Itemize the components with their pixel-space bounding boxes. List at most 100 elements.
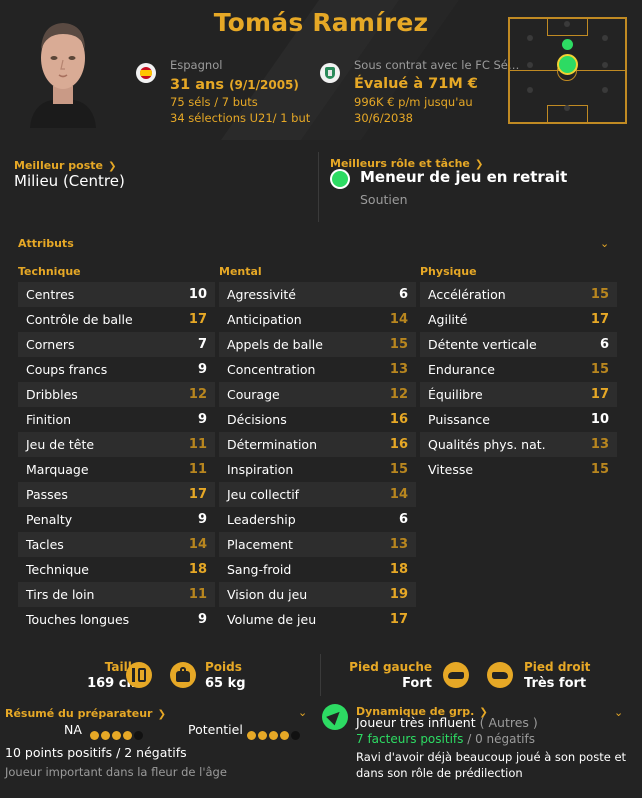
- left-boot-icon: [443, 662, 469, 688]
- height-icon: [126, 662, 152, 688]
- attribute-name: Équilibre: [428, 387, 483, 402]
- contract-club[interactable]: Sous contrat avec le FC Sé…: [354, 58, 519, 72]
- attribute-row[interactable]: Volume de jeu 17: [219, 607, 416, 632]
- attribute-value: 15: [590, 287, 609, 302]
- attribute-name: Tirs de loin: [26, 587, 95, 602]
- attribute-row[interactable]: Détermination 16: [219, 432, 416, 457]
- divider: [318, 152, 319, 222]
- attribute-row[interactable]: Contrôle de balle 17: [18, 307, 215, 332]
- attribute-row[interactable]: Agressivité 6: [219, 282, 416, 307]
- attribute-row[interactable]: Centres 10: [18, 282, 215, 307]
- attribute-value: 18: [389, 562, 408, 577]
- attribute-row[interactable]: Concentration 13: [219, 357, 416, 382]
- attribute-name: Sang-froid: [227, 562, 292, 577]
- attribute-row[interactable]: Courage 12: [219, 382, 416, 407]
- attribute-row[interactable]: Tacles 14: [18, 532, 215, 557]
- attribute-row[interactable]: Agilité 17: [420, 307, 617, 332]
- club-crest-icon[interactable]: [320, 63, 340, 83]
- attribute-name: Penalty: [26, 512, 73, 527]
- caps: 75 séls / 7 buts: [170, 95, 258, 109]
- attribute-value: 17: [590, 312, 609, 327]
- attribute-name: Vitesse: [428, 462, 474, 477]
- attribute-value: 17: [188, 487, 207, 502]
- dynamics-icon: [322, 704, 348, 730]
- attribute-name: Concentration: [227, 362, 316, 377]
- attribute-name: Détermination: [227, 437, 318, 452]
- attribute-value: 10: [188, 287, 207, 302]
- attribute-value: 9: [197, 362, 207, 377]
- potential-stars: [247, 725, 302, 744]
- attribute-row[interactable]: Qualités phys. nat. 13: [420, 432, 617, 457]
- attribute-row[interactable]: Jeu de tête 11: [18, 432, 215, 457]
- attribute-row[interactable]: Finition 9: [18, 407, 215, 432]
- attributes-header[interactable]: Attributs ⌄: [8, 228, 634, 260]
- attribute-row[interactable]: Jeu collectif 14: [219, 482, 416, 507]
- attribute-row[interactable]: Technique 18: [18, 557, 215, 582]
- attribute-value: 9: [197, 512, 207, 527]
- potential-label: Potentiel: [188, 722, 243, 737]
- star-filled-icon: [101, 731, 110, 740]
- coach-report-link[interactable]: Résumé du préparateur ❯: [5, 702, 166, 721]
- attribute-value: 17: [590, 387, 609, 402]
- attribute-row[interactable]: Appels de balle 15: [219, 332, 416, 357]
- attribute-name: Tacles: [26, 537, 64, 552]
- attribute-name: Appels de balle: [227, 337, 323, 352]
- attribute-row[interactable]: Coups francs 9: [18, 357, 215, 382]
- star-empty-icon: [291, 731, 300, 740]
- star-filled-icon: [280, 731, 289, 740]
- attribute-row[interactable]: Détente verticale 6: [420, 332, 617, 357]
- attribute-value: 19: [389, 587, 408, 602]
- attribute-name: Jeu collectif: [227, 487, 300, 502]
- attribute-row[interactable]: Vitesse 15: [420, 457, 617, 482]
- attribute-name: Inspiration: [227, 462, 294, 477]
- chevron-down-icon[interactable]: ⌄: [298, 706, 307, 719]
- attribute-row[interactable]: Accélération 15: [420, 282, 617, 307]
- spain-flag-icon: [136, 63, 156, 83]
- attribute-row[interactable]: Inspiration 15: [219, 457, 416, 482]
- dynamics-note: Ravi d'avoir déjà beaucoup joué à son po…: [356, 750, 627, 780]
- age: 31 ans: [170, 77, 224, 93]
- attribute-value: 16: [389, 437, 408, 452]
- attribute-value: 6: [398, 287, 408, 302]
- attribute-row[interactable]: Équilibre 17: [420, 382, 617, 407]
- attribute-row[interactable]: Décisions 16: [219, 407, 416, 432]
- left-foot-block: Pied gauche Fort: [340, 660, 432, 691]
- attribute-row[interactable]: Touches longues 9: [18, 607, 215, 632]
- age-line: 31 ans (9/1/2005): [170, 74, 299, 93]
- attribute-name: Contrôle de balle: [26, 312, 133, 327]
- best-position-link[interactable]: Meilleur poste ❯: [14, 154, 116, 173]
- attribute-row[interactable]: Vision du jeu 19: [219, 582, 416, 607]
- chevron-down-icon[interactable]: ⌄: [614, 706, 623, 719]
- attribute-name: Volume de jeu: [227, 612, 317, 627]
- attribute-value: 15: [590, 362, 609, 377]
- attribute-name: Accélération: [428, 287, 506, 302]
- attribute-row[interactable]: Dribbles 12: [18, 382, 215, 407]
- attribute-row[interactable]: Leadership 6: [219, 507, 416, 532]
- attribute-value: 13: [389, 537, 408, 552]
- attribute-value: 18: [188, 562, 207, 577]
- attribute-name: Agilité: [428, 312, 468, 327]
- attribute-row[interactable]: Placement 13: [219, 532, 416, 557]
- contract-end: 30/6/2038: [354, 111, 413, 125]
- attribute-name: Courage: [227, 387, 280, 402]
- attribute-row[interactable]: Tirs de loin 11: [18, 582, 215, 607]
- attribute-row[interactable]: Puissance 10: [420, 407, 617, 432]
- na-label: NA: [64, 722, 82, 737]
- attribute-name: Finition: [26, 412, 72, 427]
- pitch-position-dots: [508, 17, 627, 124]
- attribute-row[interactable]: Endurance 15: [420, 357, 617, 382]
- technique-list: Centres 10 Contrôle de balle 17 Corners 7 Coup…: [18, 282, 215, 632]
- technique-title: Technique: [18, 265, 81, 278]
- attribute-row[interactable]: Passes 17: [18, 482, 215, 507]
- attribute-value: 9: [197, 612, 207, 627]
- attribute-row[interactable]: Sang-froid 18: [219, 557, 416, 582]
- attribute-name: Anticipation: [227, 312, 302, 327]
- attribute-name: Placement: [227, 537, 293, 552]
- attribute-name: Coups francs: [26, 362, 108, 377]
- coach-note: Joueur important dans la fleur de l'âge: [5, 765, 227, 779]
- attribute-row[interactable]: Corners 7: [18, 332, 215, 357]
- attribute-row[interactable]: Marquage 11: [18, 457, 215, 482]
- attribute-row[interactable]: Penalty 9: [18, 507, 215, 532]
- attribute-row[interactable]: Anticipation 14: [219, 307, 416, 332]
- attribute-value: 11: [188, 587, 207, 602]
